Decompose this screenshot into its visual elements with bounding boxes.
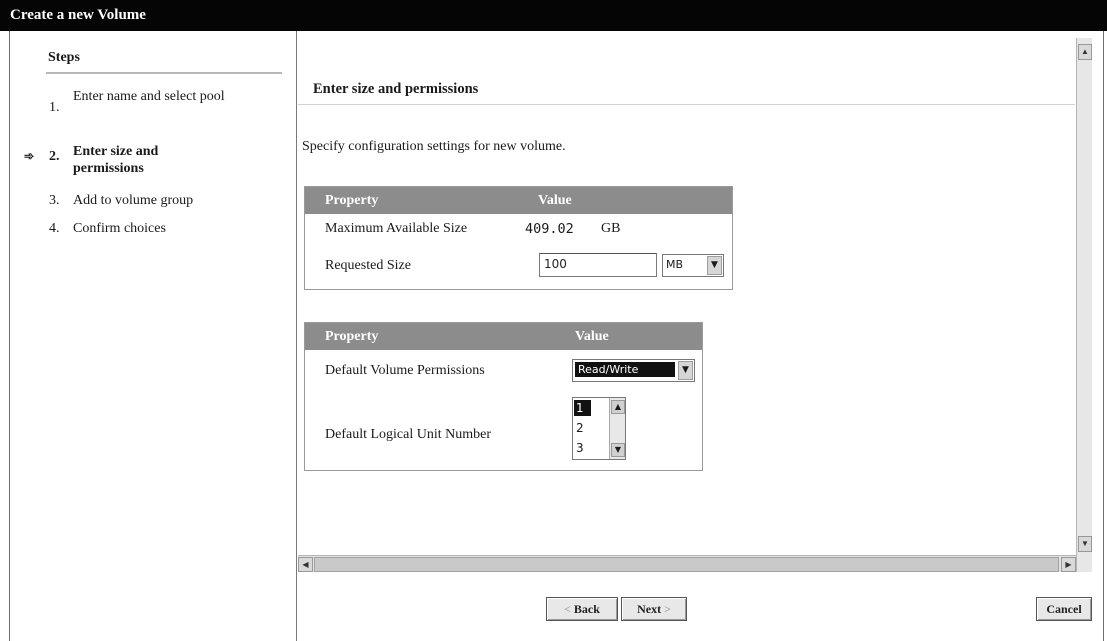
permissions-property-table: Property Value Default Volume Permission… xyxy=(304,322,703,471)
scroll-up-icon[interactable]: ▲ xyxy=(1078,44,1092,60)
chevron-left-icon: < xyxy=(564,602,571,616)
steps-divider xyxy=(46,72,282,74)
scroll-right-icon[interactable]: ▶ xyxy=(1061,557,1076,572)
step-number: 4. xyxy=(49,221,60,236)
requested-size-input[interactable]: 100 xyxy=(539,253,657,277)
list-item[interactable]: 3 xyxy=(574,440,591,456)
size-unit-selected: MB xyxy=(666,258,684,271)
size-unit-select[interactable]: MB ▼ xyxy=(662,254,724,277)
scroll-left-icon[interactable]: ◀ xyxy=(298,557,313,572)
pane-divider xyxy=(296,31,297,641)
step-label: Enter name and select pool xyxy=(73,89,225,104)
chevron-right-icon: > xyxy=(664,602,671,616)
lun-label: Default Logical Unit Number xyxy=(325,427,492,442)
step-number: 1. xyxy=(49,100,60,115)
max-size-unit: GB xyxy=(601,221,621,236)
current-step-arrow-icon: ➾ xyxy=(24,149,35,163)
step-label: Add to volume group xyxy=(73,193,194,208)
frame-border-right xyxy=(1103,31,1104,641)
value-column-header: Value xyxy=(575,329,609,344)
property-column-header: Property xyxy=(325,193,379,208)
horizontal-scrollbar[interactable]: ◀ ▶ xyxy=(298,555,1076,572)
next-button-label: Next xyxy=(637,602,662,616)
back-button-label: Back xyxy=(573,602,600,616)
description-text: Specify configuration settings for new v… xyxy=(302,139,566,154)
permissions-select[interactable]: Read/Write ▼ xyxy=(572,359,695,382)
section-divider xyxy=(298,104,1075,105)
permissions-label: Default Volume Permissions xyxy=(325,363,485,378)
max-size-label: Maximum Available Size xyxy=(325,221,468,236)
content-pane xyxy=(298,38,1076,572)
list-item[interactable]: 1 xyxy=(574,400,591,416)
chevron-down-icon[interactable]: ▼ xyxy=(678,361,693,380)
section-title: Enter size and permissions xyxy=(313,81,479,97)
vertical-scrollbar[interactable]: ▲ ▼ xyxy=(1076,38,1092,572)
steps-heading: Steps xyxy=(48,50,80,65)
requested-size-label: Requested Size xyxy=(325,258,411,273)
value-column-header: Value xyxy=(538,193,572,208)
property-column-header: Property xyxy=(325,329,379,344)
max-size-value: 409.02 xyxy=(525,221,574,237)
frame-border-left xyxy=(9,31,10,641)
list-item[interactable]: 2 xyxy=(574,420,591,436)
back-button[interactable]: < Back xyxy=(546,597,618,621)
cancel-button[interactable]: Cancel xyxy=(1036,597,1092,621)
scroll-thumb[interactable] xyxy=(314,557,1059,572)
window-title: Create a new Volume xyxy=(0,0,1107,31)
step-number: 2. xyxy=(49,149,60,164)
step-label: Enter size and permissions xyxy=(73,144,159,176)
next-button[interactable]: Next > xyxy=(621,597,687,621)
size-property-table: Property Value Maximum Available Size 40… xyxy=(304,186,733,290)
table-header: Property Value xyxy=(305,187,732,214)
scroll-down-icon[interactable]: ▼ xyxy=(1078,536,1092,552)
chevron-down-icon[interactable]: ▼ xyxy=(707,256,722,275)
scroll-down-icon[interactable]: ▼ xyxy=(611,443,625,457)
lun-listbox[interactable]: 1 2 3 ▲ ▼ xyxy=(572,397,626,460)
table-header: Property Value xyxy=(305,323,702,350)
lun-scrollbar[interactable]: ▲ ▼ xyxy=(609,398,625,459)
scroll-up-icon[interactable]: ▲ xyxy=(611,400,625,414)
permissions-selected: Read/Write xyxy=(575,362,675,377)
step-label: Confirm choices xyxy=(73,221,166,236)
step-number: 3. xyxy=(49,193,60,208)
